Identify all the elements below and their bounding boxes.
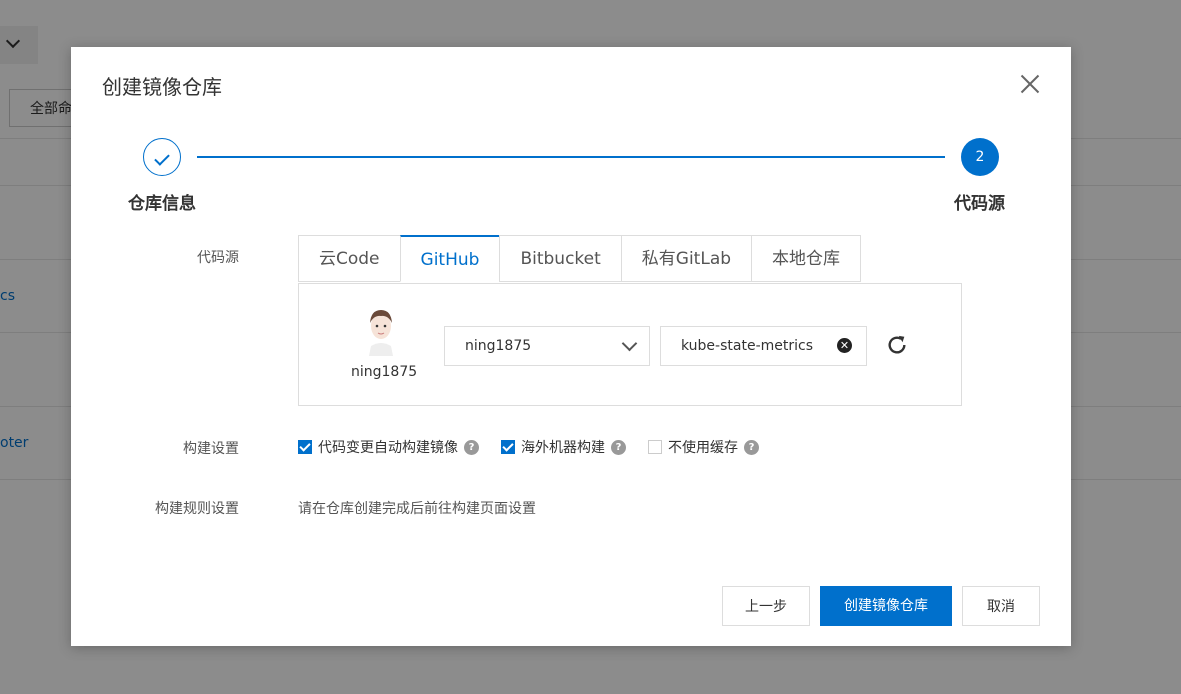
tab-bitbucket[interactable]: Bitbucket (499, 235, 621, 282)
create-repo-dialog: 创建镜像仓库 2 仓库信息 代码源 代码源 云Code GitHub Bitbu… (71, 47, 1071, 646)
build-rules-label: 构建规则设置 (155, 501, 239, 517)
option-auto-build[interactable]: 代码变更自动构建镜像 ? (298, 437, 479, 457)
chevron-down-icon (621, 335, 638, 352)
option-no-cache[interactable]: 不使用缓存 ? (648, 437, 759, 457)
step-1-label: 仓库信息 (128, 194, 196, 214)
cancel-button[interactable]: 取消 (962, 586, 1040, 626)
code-source-tabs: 云Code GitHub Bitbucket 私有GitLab 本地仓库 (298, 235, 862, 283)
repo-select[interactable]: kube-state-metrics ✕ (660, 326, 867, 366)
clear-icon[interactable]: ✕ (837, 338, 852, 353)
tab-local-repo[interactable]: 本地仓库 (751, 235, 862, 282)
step-connector (197, 156, 945, 158)
help-icon[interactable]: ? (611, 439, 626, 455)
org-select[interactable]: ning1875 (444, 326, 650, 366)
option-label: 不使用缓存 (668, 440, 738, 456)
github-panel: ning1875 ning1875 kube-state-metrics ✕ (298, 283, 962, 406)
build-options: 代码变更自动构建镜像 ? 海外机器构建 ? 不使用缓存 ? (298, 437, 781, 457)
tab-yuncode[interactable]: 云Code (298, 235, 400, 282)
tab-github[interactable]: GitHub (399, 235, 500, 282)
check-icon (154, 150, 170, 166)
org-select-value: ning1875 (465, 338, 532, 354)
tab-private-gitlab[interactable]: 私有GitLab (620, 235, 752, 282)
refresh-icon[interactable] (886, 334, 908, 356)
create-repo-button[interactable]: 创建镜像仓库 (820, 586, 952, 626)
repo-select-value: kube-state-metrics (681, 338, 813, 354)
code-source-label: 代码源 (197, 250, 239, 266)
avatar (369, 310, 393, 356)
github-username: ning1875 (351, 364, 418, 380)
checkbox[interactable] (298, 440, 312, 454)
build-settings-label: 构建设置 (183, 441, 239, 457)
close-icon[interactable] (1015, 69, 1045, 99)
help-icon[interactable]: ? (464, 439, 479, 455)
option-label: 海外机器构建 (521, 440, 605, 456)
help-icon[interactable]: ? (744, 439, 759, 455)
option-overseas-build[interactable]: 海外机器构建 ? (501, 437, 626, 457)
option-label: 代码变更自动构建镜像 (318, 440, 458, 456)
checkbox[interactable] (501, 440, 515, 454)
step-2-label: 代码源 (954, 194, 1005, 214)
step-2-indicator: 2 (961, 138, 999, 176)
prev-step-button[interactable]: 上一步 (722, 586, 810, 626)
build-rules-hint: 请在仓库创建完成后前往构建页面设置 (298, 501, 536, 517)
dialog-title: 创建镜像仓库 (102, 75, 222, 99)
checkbox[interactable] (648, 440, 662, 454)
step-1-indicator (143, 138, 181, 176)
